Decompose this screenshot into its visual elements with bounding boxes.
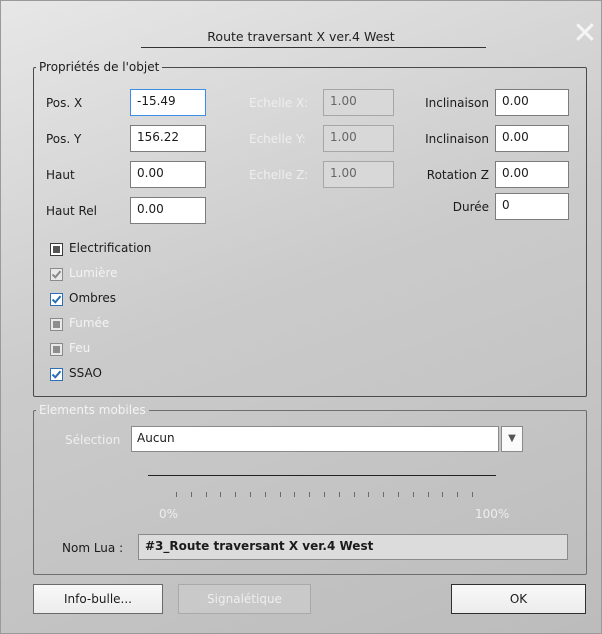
checkbox-label: Fumée bbox=[69, 316, 110, 330]
checkbox-label: SSAO bbox=[69, 366, 102, 380]
slider-tick bbox=[398, 492, 399, 497]
duree-label: Durée bbox=[452, 200, 489, 214]
slider-tick bbox=[309, 492, 311, 497]
slider-tick bbox=[442, 492, 444, 497]
checkbox-label: Electrification bbox=[69, 241, 152, 255]
haut-label: Haut bbox=[46, 168, 75, 182]
haut-input[interactable]: 0.00 bbox=[130, 161, 206, 188]
checkmark-icon bbox=[50, 268, 63, 281]
inclinaison-1-label: Inclinaison bbox=[425, 96, 489, 110]
indeterminate-check-icon bbox=[50, 318, 63, 331]
close-icon[interactable]: ✕ bbox=[571, 19, 599, 49]
checkbox-electrification[interactable]: Electrification bbox=[50, 241, 190, 259]
scale-x-label: Echelle X: bbox=[249, 96, 309, 110]
slider-track[interactable] bbox=[148, 475, 496, 476]
slider-tick bbox=[472, 492, 473, 497]
slider-tick bbox=[205, 492, 207, 497]
pos-y-input[interactable]: 156.22 bbox=[130, 125, 206, 152]
selection-label: Sélection bbox=[65, 433, 121, 447]
scale-x-input: 1.00 bbox=[323, 89, 394, 116]
slider-tick bbox=[250, 492, 251, 497]
rotation-z-input[interactable]: 0.00 bbox=[495, 161, 569, 188]
inclinaison-2-label: Inclinaison bbox=[425, 132, 489, 146]
slider-tick bbox=[412, 492, 414, 497]
slider-tick bbox=[368, 492, 370, 497]
slider-tick bbox=[457, 492, 459, 497]
info-bulle-button[interactable]: Info-bulle... bbox=[33, 584, 163, 614]
indeterminate-check-icon bbox=[50, 243, 63, 256]
signaletique-button: Signalétique bbox=[178, 584, 311, 614]
slider-tick bbox=[279, 492, 281, 497]
slider-tick bbox=[220, 492, 222, 497]
scale-z-label: Echelle Z: bbox=[249, 168, 309, 182]
inclinaison-1-input[interactable]: 0.00 bbox=[495, 89, 569, 116]
title-underline bbox=[141, 47, 486, 48]
checkbox-feu: Feu bbox=[50, 341, 190, 359]
checkbox-label: Ombres bbox=[69, 291, 117, 305]
slider-tick bbox=[338, 492, 340, 497]
checkmark-icon bbox=[50, 368, 63, 381]
slider-min-label: 0% bbox=[159, 507, 179, 521]
slider-tick bbox=[264, 492, 266, 497]
pos-x-input[interactable]: -15.49 bbox=[130, 89, 206, 116]
slider-tick bbox=[383, 492, 385, 497]
rotation-z-label: Rotation Z bbox=[426, 168, 489, 182]
checkbox-label: Lumière bbox=[69, 266, 118, 280]
pos-x-label: Pos. X bbox=[46, 96, 83, 110]
scale-z-input: 1.00 bbox=[323, 161, 394, 188]
indeterminate-check-icon bbox=[50, 343, 63, 356]
scale-y-label: Echelle Y: bbox=[249, 132, 306, 146]
ok-button[interactable]: OK bbox=[451, 584, 586, 614]
selection-dropdown[interactable]: Aucun bbox=[131, 426, 499, 452]
title-bar: Route traversant X ver.4 West ✕ bbox=[1, 1, 602, 51]
haut-rel-input[interactable]: 0.00 bbox=[130, 197, 206, 224]
slider-tick bbox=[427, 492, 429, 497]
window-title: Route traversant X ver.4 West bbox=[207, 29, 395, 44]
slider-tick bbox=[190, 492, 192, 497]
checkbox-ssao[interactable]: SSAO bbox=[50, 366, 190, 384]
lua-name-label: Nom Lua : bbox=[62, 541, 124, 555]
object-properties-legend: Propriétés de l'objet bbox=[39, 60, 160, 74]
slider-tick bbox=[353, 492, 355, 497]
slider-tick bbox=[176, 492, 177, 497]
slider-max-label: 100% bbox=[475, 507, 510, 521]
checkbox-label: Feu bbox=[69, 341, 91, 355]
duree-input[interactable]: 0 bbox=[495, 193, 569, 220]
slider-tick bbox=[235, 492, 237, 497]
slider-tick bbox=[324, 492, 325, 497]
checkbox-fumee: Fumée bbox=[50, 316, 190, 334]
scale-y-input: 1.00 bbox=[323, 125, 394, 152]
moving-elements-legend: Elements mobiles bbox=[39, 403, 146, 417]
haut-rel-label: Haut Rel bbox=[46, 204, 98, 218]
chevron-down-icon[interactable]: ▼ bbox=[501, 426, 523, 452]
checkbox-lumiere: Lumière bbox=[50, 266, 190, 284]
pos-y-label: Pos. Y bbox=[46, 132, 82, 146]
dialog-window: Route traversant X ver.4 West ✕ Propriét… bbox=[0, 0, 602, 634]
inclinaison-2-input[interactable]: 0.00 bbox=[495, 125, 569, 152]
checkbox-ombres[interactable]: Ombres bbox=[50, 291, 190, 309]
slider-tick bbox=[294, 492, 296, 497]
lua-name-field: #3_Route traversant X ver.4 West bbox=[138, 534, 568, 560]
checkmark-icon bbox=[50, 293, 63, 306]
